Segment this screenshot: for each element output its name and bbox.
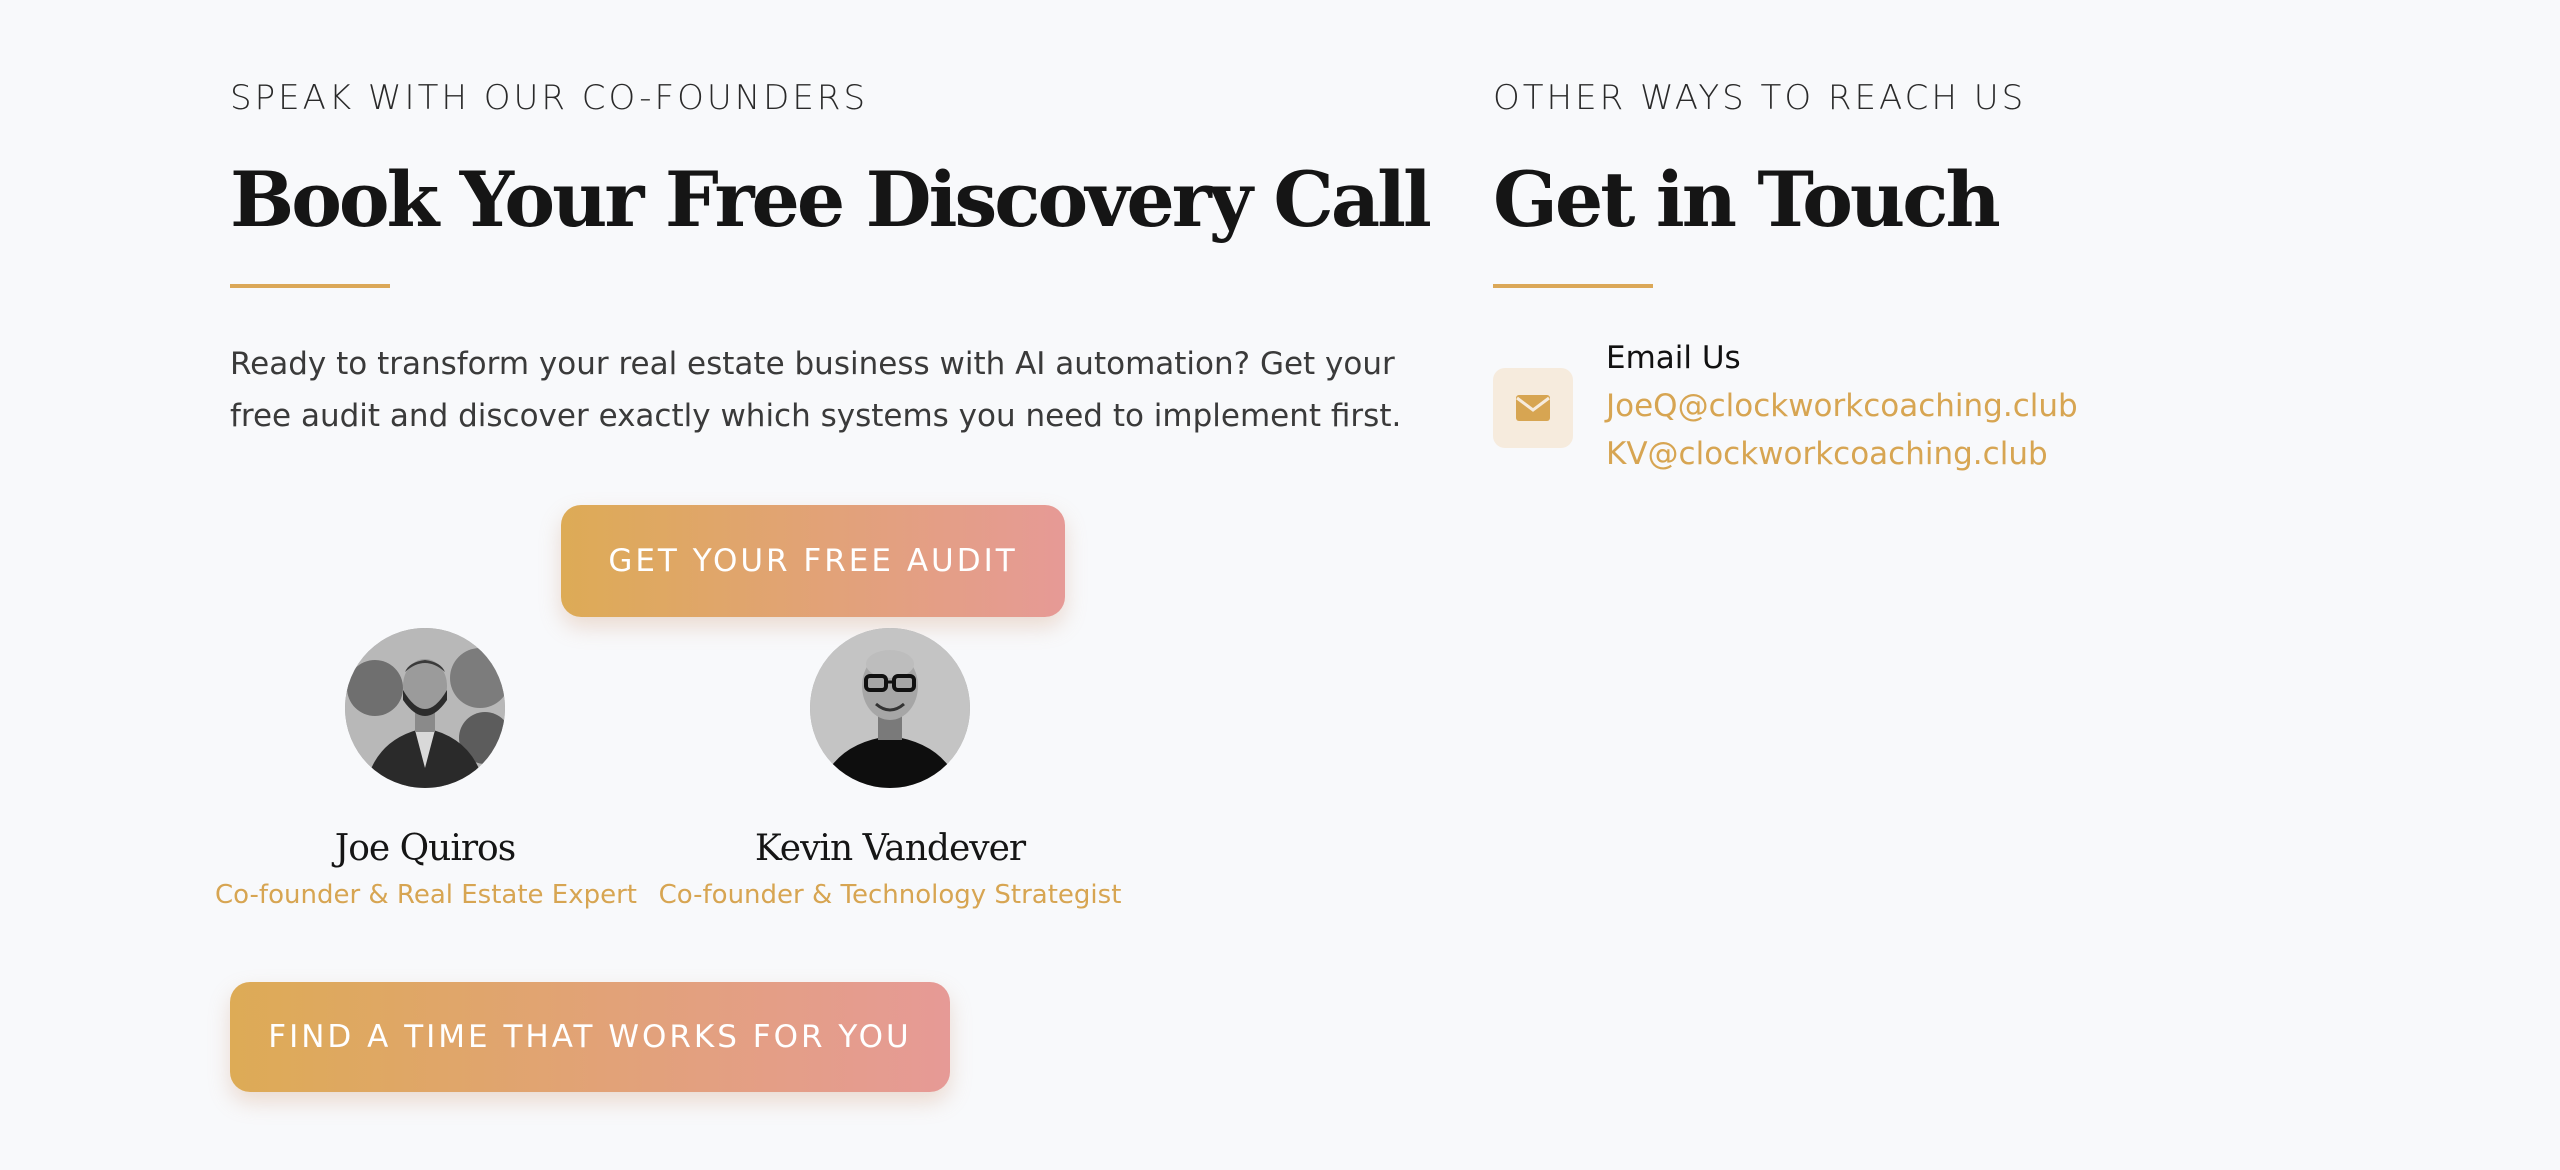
email-icon-box: [1493, 368, 1573, 448]
joe-quiros-name: Joe Quiros: [334, 828, 516, 869]
joe-quiros-photo: [345, 628, 505, 788]
joe-quiros-role: Co-founder & Real Estate Expert: [215, 880, 638, 910]
kevin-vandever-name: Kevin Vandever: [754, 828, 1026, 869]
joe-quiros-avatar: [345, 628, 505, 788]
booking-eyebrow: SPEAK WITH OUR CO-FOUNDERS: [230, 78, 869, 118]
email-link-joe[interactable]: JoeQ@clockworkcoaching.club: [1606, 388, 2078, 424]
email-us-label: Email Us: [1606, 340, 1741, 376]
get-free-audit-button[interactable]: GET YOUR FREE AUDIT: [561, 505, 1065, 617]
contact-title-divider: [1493, 284, 1653, 288]
page: SPEAK WITH OUR CO-FOUNDERS Book Your Fre…: [0, 0, 2560, 1170]
booking-title-divider: [230, 284, 390, 288]
envelope-icon: [1516, 395, 1550, 421]
booking-intro: Ready to transform your real estate busi…: [230, 346, 1402, 434]
email-link-kevin[interactable]: KV@clockworkcoaching.club: [1606, 436, 2048, 472]
contact-title: Get in Touch: [1493, 155, 2001, 244]
kevin-vandever-photo: [810, 628, 970, 788]
find-a-time-button[interactable]: FIND A TIME THAT WORKS FOR YOU: [230, 982, 950, 1092]
kevin-vandever-avatar: [810, 628, 970, 788]
contact-eyebrow: OTHER WAYS TO REACH US: [1493, 78, 2027, 118]
booking-title: Book Your Free Discovery Call: [230, 155, 1432, 244]
kevin-vandever-role: Co-founder & Technology Strategist: [658, 880, 1122, 910]
